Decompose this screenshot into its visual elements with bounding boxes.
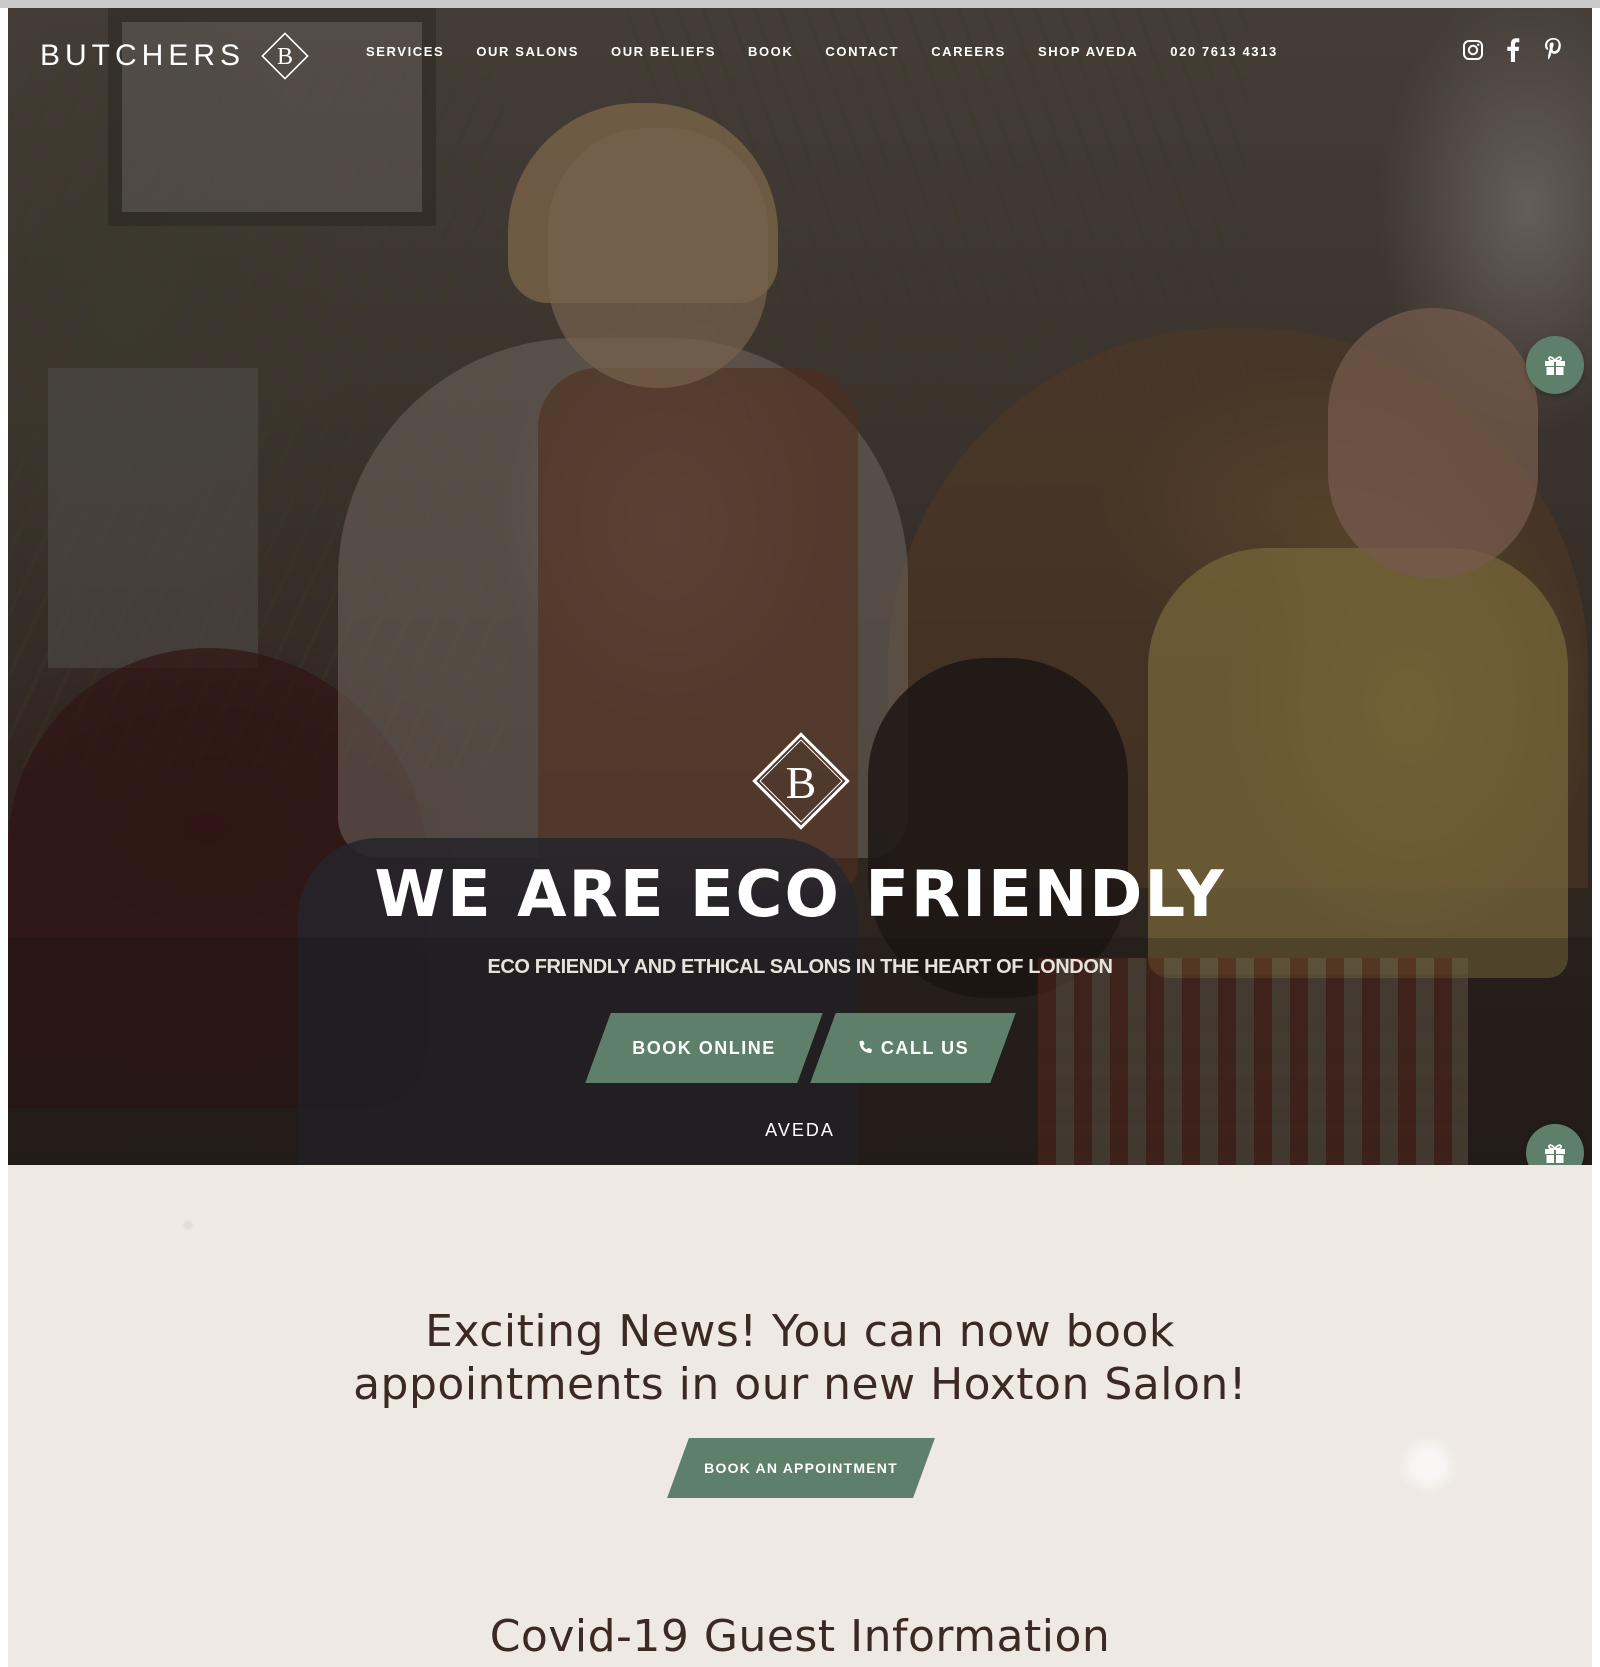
browser-top-strip bbox=[0, 0, 1600, 8]
call-us-button[interactable]: CALL US bbox=[810, 1013, 1016, 1083]
phone-icon bbox=[859, 1040, 872, 1053]
logo-wordmark: BUTCHERS bbox=[40, 39, 246, 72]
logo-diamond-icon: B bbox=[261, 32, 309, 80]
nav-services[interactable]: SERVICES bbox=[366, 44, 444, 59]
call-us-label-wrap: CALL US bbox=[857, 1038, 969, 1059]
book-online-button[interactable]: BOOK ONLINE bbox=[585, 1013, 823, 1083]
nav-shop-aveda[interactable]: SHOP AVEDA bbox=[1038, 44, 1138, 59]
nav-book[interactable]: BOOK bbox=[748, 44, 793, 59]
news-headline-text: Exciting News! You can now book appointm… bbox=[353, 1306, 1247, 1410]
gift-icon bbox=[1545, 356, 1565, 375]
site-logo[interactable]: BUTCHERS B bbox=[40, 30, 311, 82]
facebook-icon[interactable] bbox=[1502, 38, 1524, 62]
hero-monogram-icon: B bbox=[752, 732, 850, 830]
book-online-label: BOOK ONLINE bbox=[632, 1037, 776, 1058]
page-frame: BUTCHERS B SERVICES OUR SALONS OUR BELIE… bbox=[8, 8, 1592, 1667]
svg-text:B: B bbox=[277, 44, 293, 70]
nav-phone-number[interactable]: 020 7613 4313 bbox=[1170, 44, 1278, 59]
hero-section: BUTCHERS B SERVICES OUR SALONS OUR BELIE… bbox=[8, 8, 1592, 1165]
hero-subtitle: ECO FRIENDLY AND ETHICAL SALONS IN THE H… bbox=[487, 956, 1113, 978]
nav-contact[interactable]: CONTACT bbox=[825, 44, 899, 59]
gift-icon bbox=[1545, 1144, 1565, 1163]
instagram-icon[interactable] bbox=[1462, 38, 1484, 62]
svg-text:B: B bbox=[786, 757, 817, 808]
call-us-label: CALL US bbox=[880, 1037, 970, 1058]
social-links bbox=[1462, 38, 1564, 62]
hero-title: WE ARE ECO FRIENDLY bbox=[374, 858, 1226, 932]
news-headline: Exciting News! You can now book appointm… bbox=[8, 1305, 1592, 1411]
nav-our-salons[interactable]: OUR SALONS bbox=[476, 44, 579, 59]
gift-card-button-top[interactable] bbox=[1526, 336, 1584, 394]
pinterest-icon[interactable] bbox=[1542, 38, 1564, 62]
covid-heading: Covid-19 Guest Information bbox=[489, 1611, 1111, 1662]
news-section: Exciting News! You can now book appointm… bbox=[8, 1165, 1592, 1667]
main-nav: SERVICES OUR SALONS OUR BELIEFS BOOK CON… bbox=[366, 44, 1310, 59]
book-appointment-button[interactable]: BOOK AN APPOINTMENT bbox=[667, 1438, 935, 1498]
nav-careers[interactable]: CAREERS bbox=[931, 44, 1006, 59]
book-appointment-label: BOOK AN APPOINTMENT bbox=[704, 1460, 898, 1476]
nav-our-beliefs[interactable]: OUR BELIEFS bbox=[611, 44, 716, 59]
aveda-logo: AVEDA bbox=[765, 1120, 835, 1140]
